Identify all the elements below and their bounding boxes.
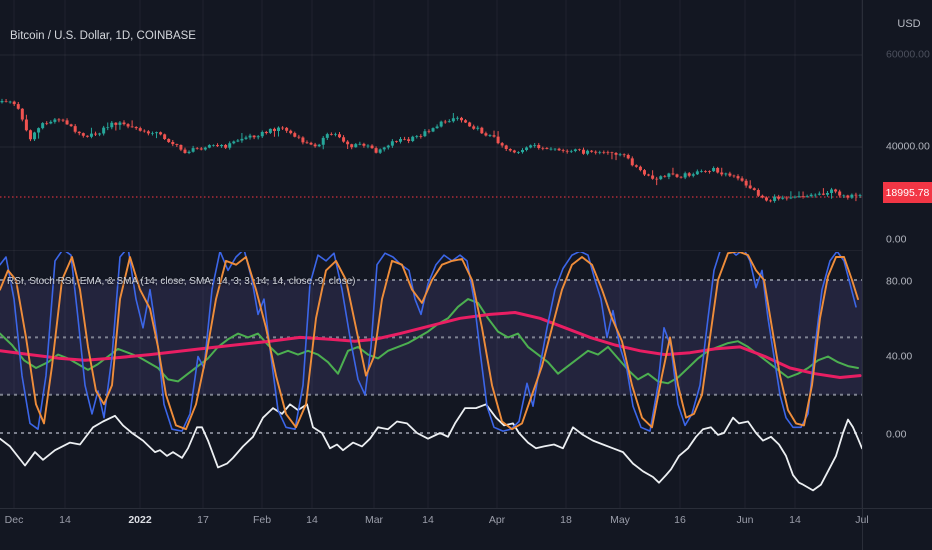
time-axis-label: Jun	[736, 514, 754, 526]
time-axis-label: 14	[422, 514, 434, 526]
candlestick-series	[0, 98, 862, 203]
indicator-title[interactable]: RSI, Stoch RSI, EMA, & SMA (14, close, S…	[7, 276, 355, 287]
time-axis-label: 2022	[128, 514, 152, 526]
white-line-line	[0, 403, 862, 492]
price-axis-border	[862, 0, 863, 550]
time-axis-label: Dec	[4, 514, 24, 526]
time-axis-label: Feb	[252, 514, 272, 526]
time-axis-border	[0, 508, 932, 509]
pane-divider[interactable]	[0, 250, 862, 253]
symbol-title[interactable]: Bitcoin / U.S. Dollar, 1D, COINBASE	[10, 30, 196, 42]
currency-label[interactable]: USD	[886, 18, 932, 30]
time-axis-label: 14	[306, 514, 318, 526]
chart-canvas[interactable]	[0, 0, 932, 550]
price-axis-label: 40000.00	[886, 140, 930, 153]
indicator-axis-label: 80.00	[886, 275, 913, 288]
tradingview-chart: Bitcoin / U.S. Dollar, 1D, COINBASE RSI,…	[0, 0, 932, 550]
time-axis-label: Apr	[488, 514, 506, 526]
indicator-axis-label: 0.00	[886, 428, 907, 441]
time-axis-label: 16	[674, 514, 686, 526]
time-axis-label: 17	[197, 514, 209, 526]
time-axis-label: 14	[789, 514, 801, 526]
last-price-badge: 18995.78	[883, 182, 932, 203]
rsi-band	[0, 280, 862, 395]
time-axis-label: Mar	[364, 514, 384, 526]
time-axis-label: 18	[560, 514, 572, 526]
indicator-axis-label: 40.00	[886, 350, 913, 363]
price-axis-label: 0.00	[886, 233, 907, 246]
time-axis-label: May	[610, 514, 630, 526]
time-axis-label: 14	[59, 514, 71, 526]
time-axis-label: Jul	[855, 514, 869, 526]
price-axis-label: 60000.00	[886, 48, 930, 61]
